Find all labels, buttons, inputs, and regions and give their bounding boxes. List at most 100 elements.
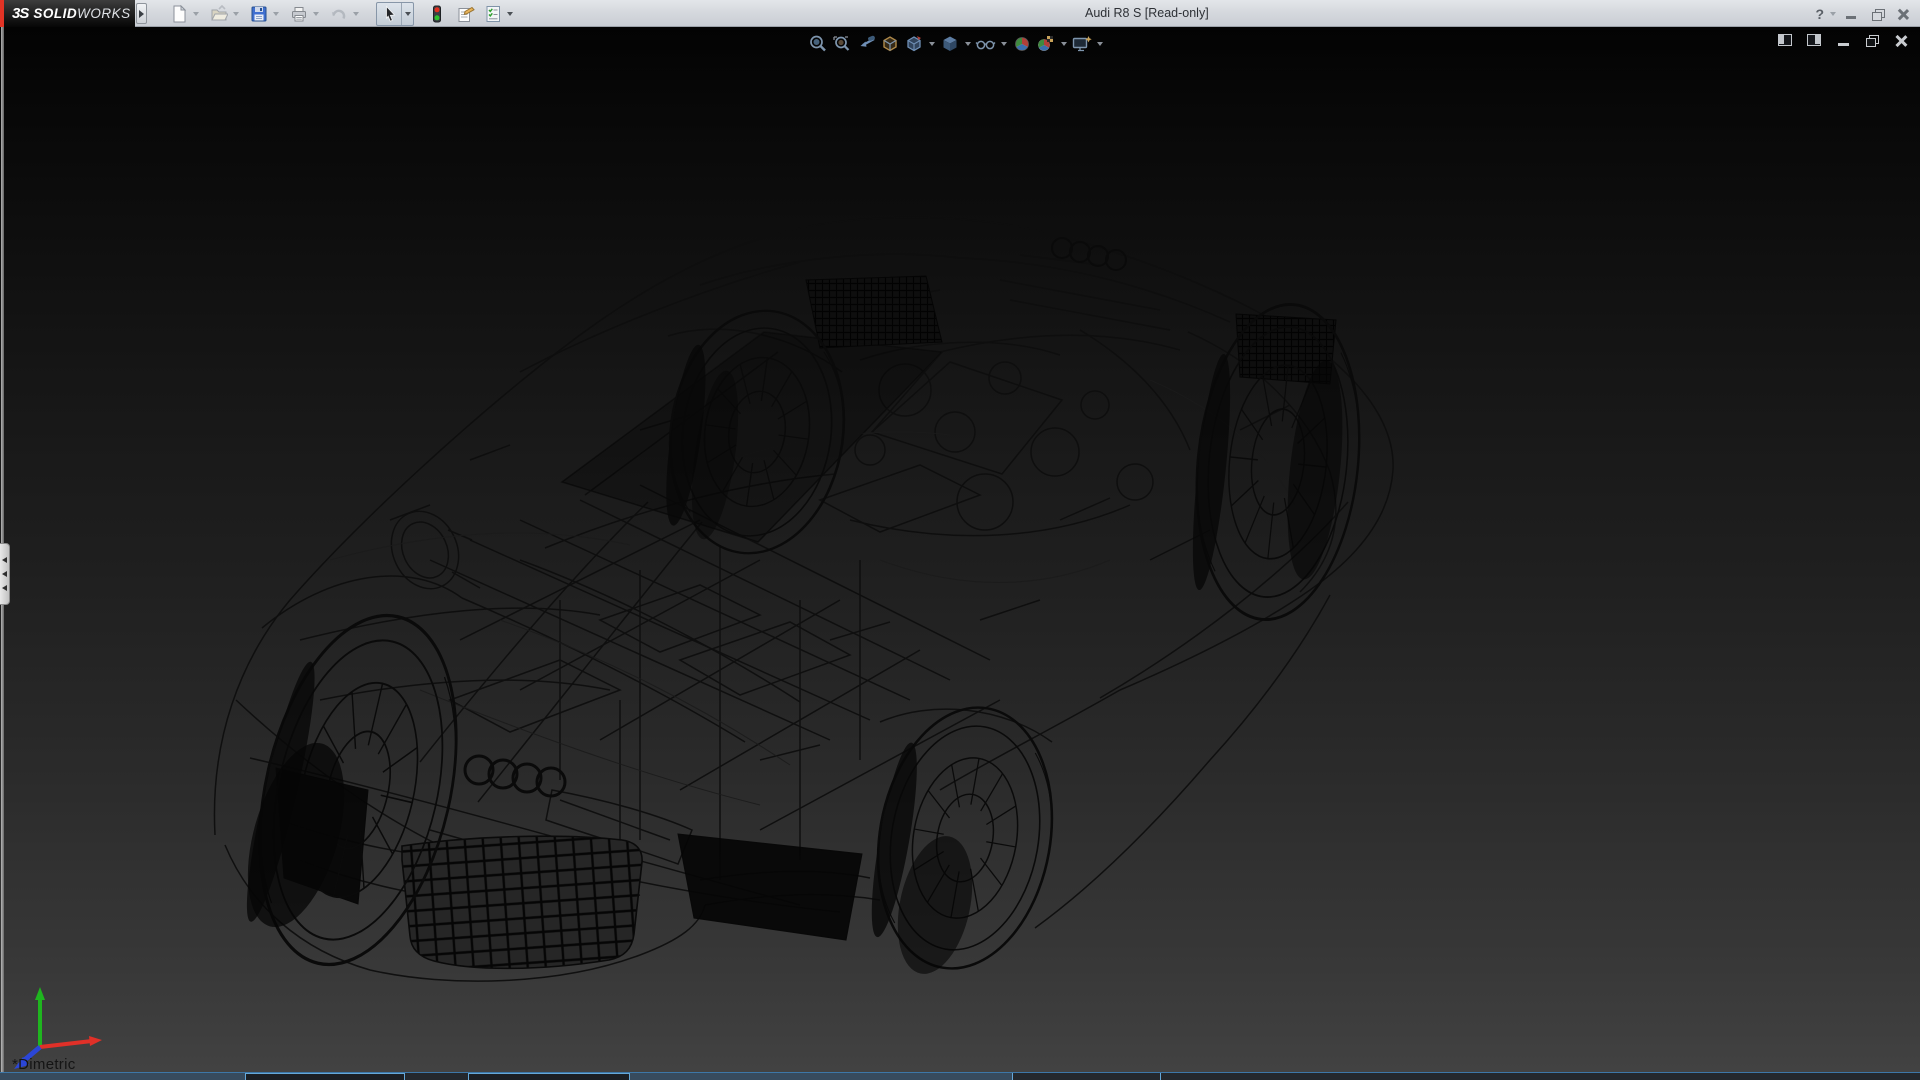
section-view-button[interactable]: [878, 32, 902, 56]
zoom-to-fit-icon: [810, 35, 826, 52]
restore-icon: [1866, 34, 1879, 47]
rebuild-button[interactable]: [426, 3, 448, 25]
restore-icon: [1871, 8, 1885, 21]
zoom-to-fit-button[interactable]: [806, 32, 830, 56]
apply-scene-icon: [1038, 36, 1053, 51]
view-orientation-button[interactable]: [902, 32, 926, 56]
view-settings-icon: [1072, 36, 1092, 52]
restore-button[interactable]: [1866, 5, 1888, 23]
options-button[interactable]: [482, 3, 504, 25]
x-axis-arrow: [89, 1036, 102, 1046]
file-properties-button[interactable]: [454, 3, 476, 25]
audi-rings-front: [463, 754, 567, 798]
new-dropdown[interactable]: [190, 3, 202, 25]
eyeglasses-icon: [975, 40, 996, 50]
hide-show-items-button[interactable]: [974, 32, 998, 56]
pane-left-icon: [1778, 34, 1792, 46]
file-properties-icon: [458, 6, 475, 22]
appearance-ball-icon: [1015, 37, 1029, 51]
window-title: Audi R8 S [Read-only]: [1085, 6, 1209, 20]
taskbar-divider: [1012, 1073, 1013, 1080]
chevron-left-icon: [2, 571, 7, 577]
document-window-controls: [1774, 31, 1912, 49]
zoom-to-area-button[interactable]: [830, 32, 854, 56]
panel-splitter-tab[interactable]: [0, 543, 10, 605]
doc-minimize-button[interactable]: [1832, 31, 1854, 49]
save-dropdown[interactable]: [270, 3, 282, 25]
select-tool-button[interactable]: [379, 3, 401, 25]
doc-close-button[interactable]: [1890, 31, 1912, 49]
previous-view-button[interactable]: [854, 32, 878, 56]
hide-show-items-dropdown[interactable]: [998, 32, 1010, 56]
solidworks-logo: 3S SOLID WORKS: [0, 0, 135, 27]
close-button[interactable]: [1892, 5, 1914, 23]
minimize-icon: [1846, 16, 1856, 19]
car-wireframe: [213, 216, 1394, 986]
apply-scene-dropdown[interactable]: [1058, 32, 1070, 56]
print-button[interactable]: [288, 3, 310, 25]
new-document-icon: [173, 4, 187, 22]
open-button[interactable]: [208, 3, 230, 25]
open-folder-icon: [211, 4, 228, 20]
minimize-icon: [1837, 43, 1849, 46]
save-button[interactable]: [248, 3, 270, 25]
chevron-left-icon: [2, 557, 7, 563]
brand-works: WORKS: [77, 6, 131, 21]
select-dropdown[interactable]: [401, 2, 413, 25]
undo-button[interactable]: [328, 3, 350, 25]
undo-arrow-icon: [331, 9, 346, 19]
undo-dropdown[interactable]: [350, 3, 362, 25]
close-icon: [1895, 34, 1908, 47]
apply-scene-button[interactable]: [1034, 32, 1058, 56]
section-view-icon: [883, 36, 897, 52]
options-dropdown[interactable]: [504, 3, 516, 25]
main-toolbar: [162, 0, 516, 27]
taskbar-segment[interactable]: [0, 1073, 245, 1080]
minimize-button[interactable]: [1840, 5, 1862, 23]
edit-appearance-button[interactable]: [1010, 32, 1034, 56]
taskbar-button[interactable]: [468, 1073, 630, 1080]
open-dropdown[interactable]: [230, 3, 242, 25]
view-settings-dropdown[interactable]: [1094, 32, 1106, 56]
audi-rings-rear: [1051, 237, 1127, 271]
close-icon: [1897, 8, 1909, 20]
graphics-viewport[interactable]: *Dimetric: [0, 27, 1920, 1073]
view-orientation-dropdown[interactable]: [926, 32, 938, 56]
help-dropdown[interactable]: [1830, 11, 1836, 16]
window-controls: ?: [1813, 0, 1914, 27]
options-checklist-icon: [486, 5, 500, 22]
cursor-arrow-icon: [386, 4, 396, 22]
select-tool-group: [376, 1, 414, 26]
new-document-button[interactable]: [168, 3, 190, 25]
chevron-left-icon: [2, 585, 7, 591]
pane-right-icon: [1807, 34, 1821, 46]
pane-left-button[interactable]: [1774, 31, 1796, 49]
brand-solid: SOLID: [33, 6, 78, 21]
print-dropdown[interactable]: [310, 3, 322, 25]
pane-right-button[interactable]: [1803, 31, 1825, 49]
titlebar: 3S SOLID WORKS Audi R8 S [Read-only] ?: [0, 0, 1920, 27]
chevron-right-icon: [139, 9, 144, 18]
taskbar-button[interactable]: [245, 1073, 405, 1080]
display-style-cube-icon: [943, 36, 957, 51]
view-orientation-icon: [907, 36, 921, 52]
y-axis-arrow: [35, 987, 45, 1000]
zoom-to-area-icon: [833, 36, 850, 51]
traffic-light-icon: [433, 5, 441, 22]
taskbar-segment[interactable]: [630, 1073, 1012, 1080]
help-icon[interactable]: ?: [1813, 6, 1826, 22]
ds-3s-logo-icon: 3S: [12, 5, 29, 22]
logo-red-stripe: [0, 0, 4, 27]
taskbar-edge: [0, 1072, 1920, 1080]
toolbar-expand-button[interactable]: [136, 3, 147, 24]
display-style-button[interactable]: [938, 32, 962, 56]
view-settings-button[interactable]: [1070, 32, 1094, 56]
taskbar-divider: [1160, 1073, 1161, 1080]
previous-view-icon: [860, 35, 875, 47]
save-floppy-icon: [251, 6, 267, 21]
display-style-dropdown[interactable]: [962, 32, 974, 56]
doc-restore-button[interactable]: [1861, 31, 1883, 49]
printer-icon: [292, 6, 306, 21]
heads-up-view-toolbar: [806, 32, 1106, 56]
solidworks-window: 3S SOLID WORKS Audi R8 S [Read-only] ? *…: [0, 0, 1920, 1080]
